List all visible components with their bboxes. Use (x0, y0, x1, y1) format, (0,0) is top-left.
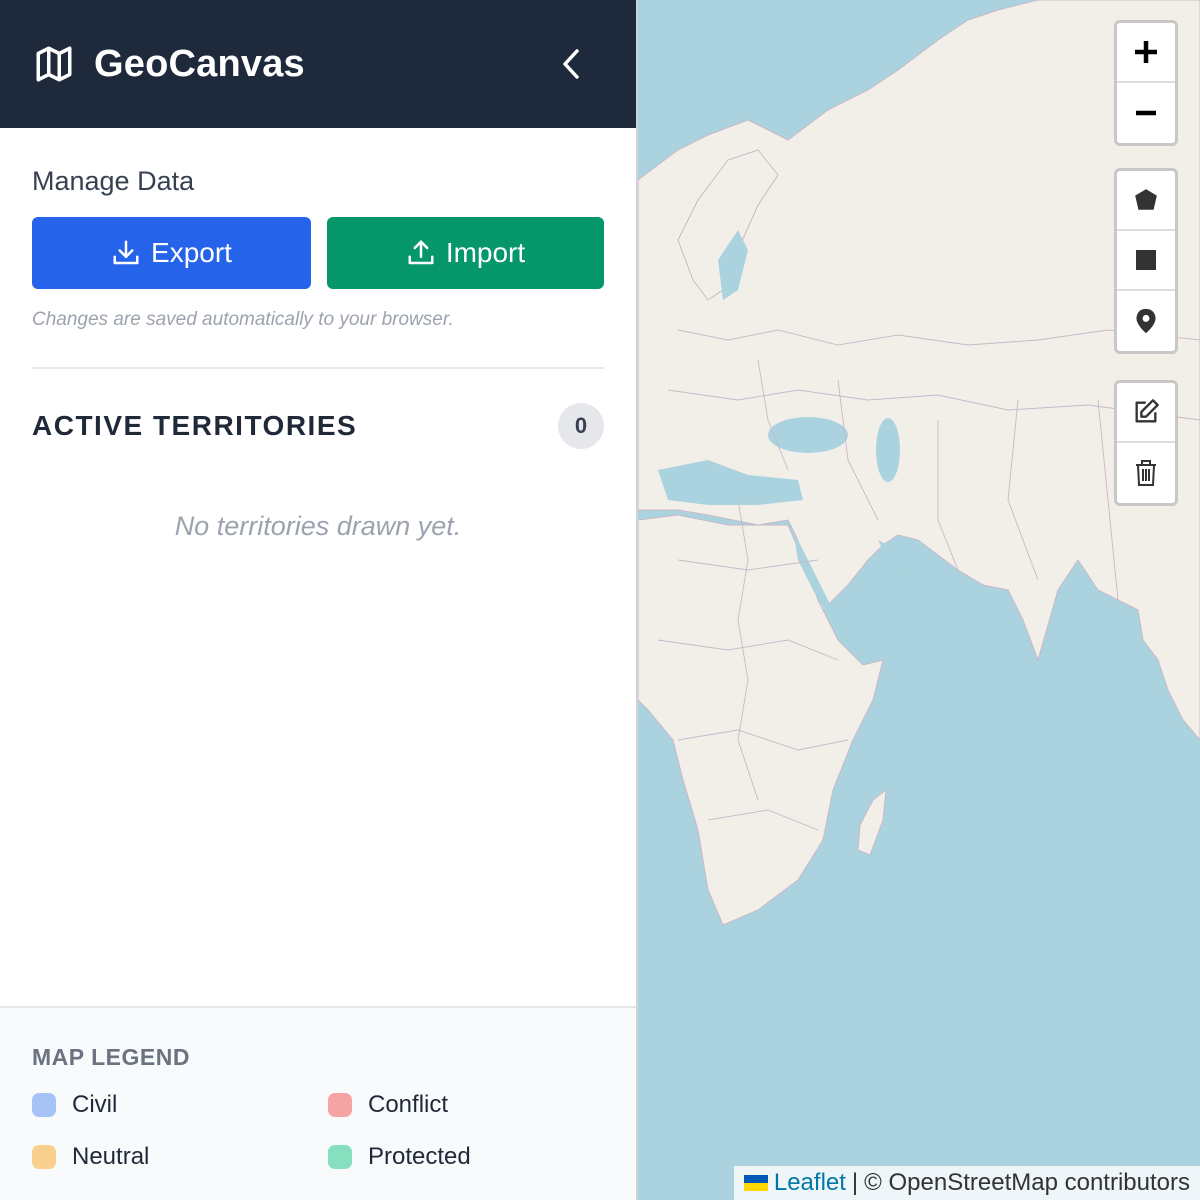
legend-swatch (328, 1145, 352, 1169)
legend-label: Conflict (368, 1091, 449, 1118)
draw-polygon-button[interactable] (1117, 171, 1175, 231)
plus-icon (1135, 41, 1157, 63)
app-title: GeoCanvas (94, 42, 305, 85)
zoom-in-button[interactable] (1117, 23, 1175, 83)
draw-toolbar (1114, 168, 1178, 354)
minus-icon (1136, 110, 1156, 116)
sidebar-content: Manage Data Export Import Changes are sa… (0, 128, 636, 1006)
ukraine-flag-icon (743, 1175, 768, 1191)
collapse-sidebar-button[interactable] (552, 44, 592, 84)
legend-item-protected: Protected (328, 1143, 578, 1171)
import-label: Import (445, 237, 526, 268)
legend-item-civil: Civil (32, 1091, 328, 1119)
legend-label: Neutral (72, 1143, 150, 1170)
legend-item-conflict: Conflict (328, 1091, 578, 1119)
leaflet-link[interactable]: Leaflet (774, 1169, 846, 1197)
legend-swatch (328, 1093, 352, 1117)
legend-label: Protected (368, 1143, 471, 1170)
trash-icon (1136, 460, 1156, 486)
manage-data-title: Manage Data (32, 166, 195, 196)
map-icon (32, 42, 76, 86)
sidebar: GeoCanvas Manage Data Export Import Chan (0, 0, 638, 1200)
edit-icon (1135, 399, 1159, 423)
polygon-icon (1135, 189, 1157, 210)
draw-marker-button[interactable] (1117, 291, 1175, 351)
territory-count-badge: 0 (558, 403, 604, 449)
legend-title: MAP LEGEND (32, 1044, 190, 1070)
legend-label: Civil (72, 1091, 118, 1118)
black-sea (768, 417, 848, 453)
manage-data-actions: Export Import (32, 217, 604, 289)
import-button[interactable]: Import (327, 217, 604, 289)
draw-rectangle-button[interactable] (1117, 231, 1175, 291)
delete-layers-button[interactable] (1117, 443, 1175, 503)
map-legend: MAP LEGEND Civil Conflict Neutral Protec… (0, 1006, 636, 1200)
upload-icon (408, 240, 434, 265)
territories-header: ACTIVE TERRITORIES 0 (32, 403, 604, 449)
legend-swatch (32, 1145, 56, 1169)
autosave-note: Changes are saved automatically to your … (32, 309, 454, 330)
zoom-controls (1114, 20, 1178, 146)
osm-credit: © OpenStreetMap contributors (864, 1169, 1190, 1196)
legend-grid: Civil Conflict Neutral Protected (32, 1091, 604, 1171)
caspian-sea (876, 418, 900, 482)
edit-toolbar (1114, 380, 1178, 506)
export-button[interactable]: Export (32, 217, 311, 289)
map-canvas[interactable]: Leaflet | © OpenStreetMap contributors (638, 0, 1200, 1200)
edit-layers-button[interactable] (1117, 383, 1175, 443)
divider (32, 367, 604, 369)
territories-title: ACTIVE TERRITORIES (32, 410, 358, 441)
download-icon (113, 240, 139, 265)
attribution-separator: | (851, 1169, 859, 1196)
zoom-out-button[interactable] (1117, 83, 1175, 143)
map-attribution: Leaflet | © OpenStreetMap contributors (733, 1166, 1200, 1200)
empty-territories-message: No territories drawn yet. (174, 511, 462, 541)
legend-swatch (32, 1093, 56, 1117)
app-header: GeoCanvas (0, 0, 636, 128)
marker-icon (1136, 308, 1156, 334)
legend-item-neutral: Neutral (32, 1143, 328, 1171)
export-label: Export (151, 237, 232, 268)
rectangle-icon (1136, 250, 1156, 270)
chevron-left-icon (563, 49, 579, 79)
